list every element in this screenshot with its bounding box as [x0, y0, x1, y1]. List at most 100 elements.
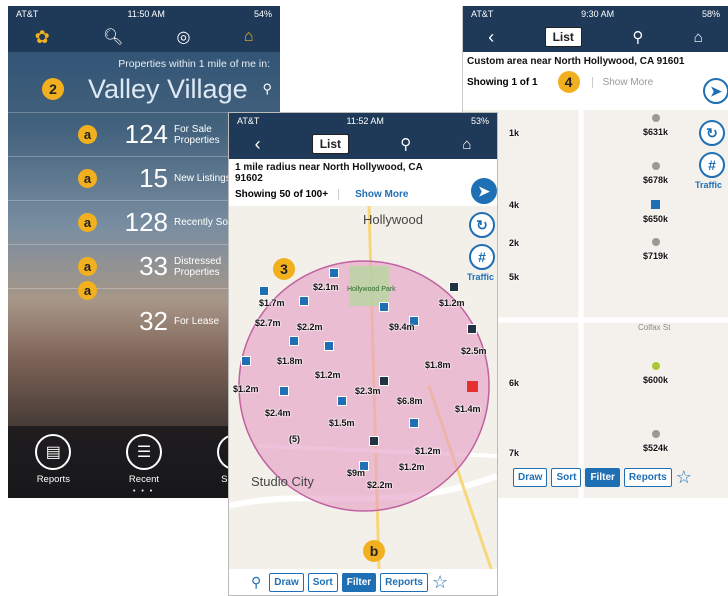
- traffic-label: Traffic: [695, 180, 723, 190]
- listing-marker[interactable]: [449, 282, 459, 292]
- clock: 11:52 AM: [346, 116, 384, 126]
- price-pin[interactable]: $650k: [643, 200, 668, 227]
- filter-button[interactable]: Filter: [585, 468, 620, 487]
- step-badge: b: [363, 540, 385, 562]
- price-pin[interactable]: $678k: [643, 162, 668, 188]
- traffic-icon[interactable]: #: [699, 152, 725, 178]
- price-pin[interactable]: $2.7m: [255, 318, 281, 328]
- price-pin[interactable]: $1.8m: [425, 360, 451, 370]
- price-pin[interactable]: $9.4m: [389, 322, 415, 332]
- nav-bar: ‹ List ⚲ ⌂: [229, 129, 497, 159]
- price-pin[interactable]: $1.2m: [233, 384, 259, 394]
- locate-icon[interactable]: ➤: [471, 178, 497, 204]
- reports-tab[interactable]: ▤ Reports: [35, 434, 72, 485]
- listing-marker[interactable]: [329, 268, 339, 278]
- locate-icon[interactable]: ➤: [703, 78, 728, 104]
- price-pin[interactable]: $6.8m: [397, 396, 423, 406]
- home-icon[interactable]: ⌂: [462, 136, 471, 153]
- traffic-icon[interactable]: #: [469, 244, 495, 270]
- tab-label: Reports: [36, 474, 70, 485]
- price-pin[interactable]: $2.5m: [461, 346, 487, 356]
- collage: AT&T 11:50 AM 54% ✿ 🔍︎ ◎ ⌂ Properties wi…: [0, 0, 728, 596]
- carrier-label: AT&T: [16, 9, 39, 19]
- price-pin[interactable]: $600k: [643, 362, 668, 388]
- refresh-icon[interactable]: ↻: [469, 212, 495, 238]
- location-row[interactable]: 2 Valley Village ⚲: [8, 70, 280, 106]
- listing-marker[interactable]: [289, 336, 299, 346]
- show-more-link[interactable]: Show More: [591, 76, 653, 88]
- draw-button[interactable]: Draw: [269, 572, 304, 592]
- listing-marker-highlight[interactable]: [467, 381, 478, 392]
- search-icon[interactable]: ⚲: [262, 81, 272, 97]
- draw-button[interactable]: Draw: [513, 468, 548, 487]
- radius-header: Properties within 1 mile of me in:: [118, 58, 270, 70]
- price-pin[interactable]: $2.4m: [265, 408, 291, 418]
- price-pin[interactable]: $719k: [643, 238, 668, 264]
- listing-marker[interactable]: [259, 286, 269, 296]
- search-icon[interactable]: ⚲: [400, 135, 411, 153]
- area-title: Custom area near North Hollywood, CA 916…: [467, 56, 685, 67]
- listing-marker[interactable]: [337, 396, 347, 406]
- map-view[interactable]: Hollywood Studio City Hollywood Park 3 $…: [229, 178, 497, 570]
- price-pin[interactable]: $524k: [643, 430, 668, 456]
- stat-number: 124: [124, 119, 168, 149]
- price-pin[interactable]: $2.1m: [313, 282, 339, 292]
- price-pin[interactable]: $2.3m: [355, 386, 381, 396]
- price-pin[interactable]: $9m: [347, 468, 365, 478]
- listing-marker[interactable]: [409, 418, 419, 428]
- home-icon[interactable]: ⌂: [694, 29, 703, 46]
- star-icon[interactable]: ☆: [432, 572, 448, 593]
- listing-marker[interactable]: [241, 356, 251, 366]
- price-label: 1k: [509, 128, 520, 138]
- listing-marker[interactable]: [467, 324, 477, 334]
- back-icon[interactable]: ‹: [488, 27, 494, 48]
- star-icon[interactable]: ☆: [676, 467, 692, 488]
- price-pin[interactable]: $2.2m: [297, 322, 323, 332]
- cluster-count[interactable]: (5): [289, 434, 300, 444]
- map-toolbar: Draw Sort Filter Reports ☆: [513, 467, 692, 488]
- listing-marker[interactable]: [369, 436, 379, 446]
- back-icon[interactable]: ‹: [255, 134, 261, 155]
- phone-radius-map: AT&T 11:52 AM 53% ‹ List ⚲ ⌂ 1 mile radi…: [228, 112, 498, 596]
- status-bar: AT&T 11:50 AM 54%: [8, 6, 280, 22]
- list-button[interactable]: List: [311, 134, 350, 154]
- location-pin-icon[interactable]: ⚲: [251, 574, 261, 591]
- map-label-studio-city: Studio City: [251, 474, 314, 489]
- listing-marker[interactable]: [324, 341, 334, 351]
- refresh-icon[interactable]: ↻: [699, 120, 725, 146]
- price-pin[interactable]: $631k: [643, 114, 668, 140]
- filter-button[interactable]: Filter: [341, 572, 377, 592]
- search-icon[interactable]: 🔍︎: [103, 27, 123, 47]
- listing-marker[interactable]: [279, 386, 289, 396]
- search-icon[interactable]: ⚲: [632, 28, 643, 46]
- gear-icon[interactable]: ✿: [35, 27, 50, 48]
- showing-count: Showing 50 of 100+: [235, 189, 329, 200]
- price-pin[interactable]: $1.4m: [455, 404, 481, 414]
- price-pin[interactable]: $1.2m: [439, 298, 465, 308]
- listing-marker[interactable]: [379, 302, 389, 312]
- price-pin[interactable]: $1.8m: [277, 356, 303, 366]
- map-label-hollywood: Hollywood: [363, 212, 423, 227]
- recent-tab[interactable]: ☰ Recent: [125, 434, 162, 485]
- battery-label: 54%: [253, 9, 272, 19]
- sort-button[interactable]: Sort: [551, 468, 582, 487]
- price-pin[interactable]: $1.2m: [415, 446, 441, 456]
- price-pin[interactable]: $1.7m: [259, 298, 285, 308]
- radius-title: 1 mile radius near North Hollywood, CA 9…: [235, 162, 423, 184]
- stat-number: 15: [139, 163, 168, 193]
- listing-marker[interactable]: [379, 376, 389, 386]
- show-more-link[interactable]: Show More: [338, 189, 408, 200]
- reports-button[interactable]: Reports: [380, 572, 428, 592]
- price-pin[interactable]: $1.5m: [329, 418, 355, 428]
- showing-count: Showing 1 of 1: [467, 76, 538, 88]
- sort-button[interactable]: Sort: [307, 572, 338, 592]
- list-button[interactable]: List: [544, 27, 582, 47]
- listing-marker[interactable]: [299, 296, 309, 306]
- price-pin[interactable]: $1.2m: [315, 370, 341, 380]
- price-pin[interactable]: $2.2m: [367, 480, 393, 490]
- map-view[interactable]: Colfax St $631k $678k $650k $719k $600k: [463, 78, 728, 498]
- price-pin[interactable]: $1.2m: [399, 462, 425, 472]
- reports-button[interactable]: Reports: [623, 468, 672, 487]
- compass-icon[interactable]: ◎: [176, 27, 190, 47]
- home-icon[interactable]: ⌂: [244, 28, 254, 46]
